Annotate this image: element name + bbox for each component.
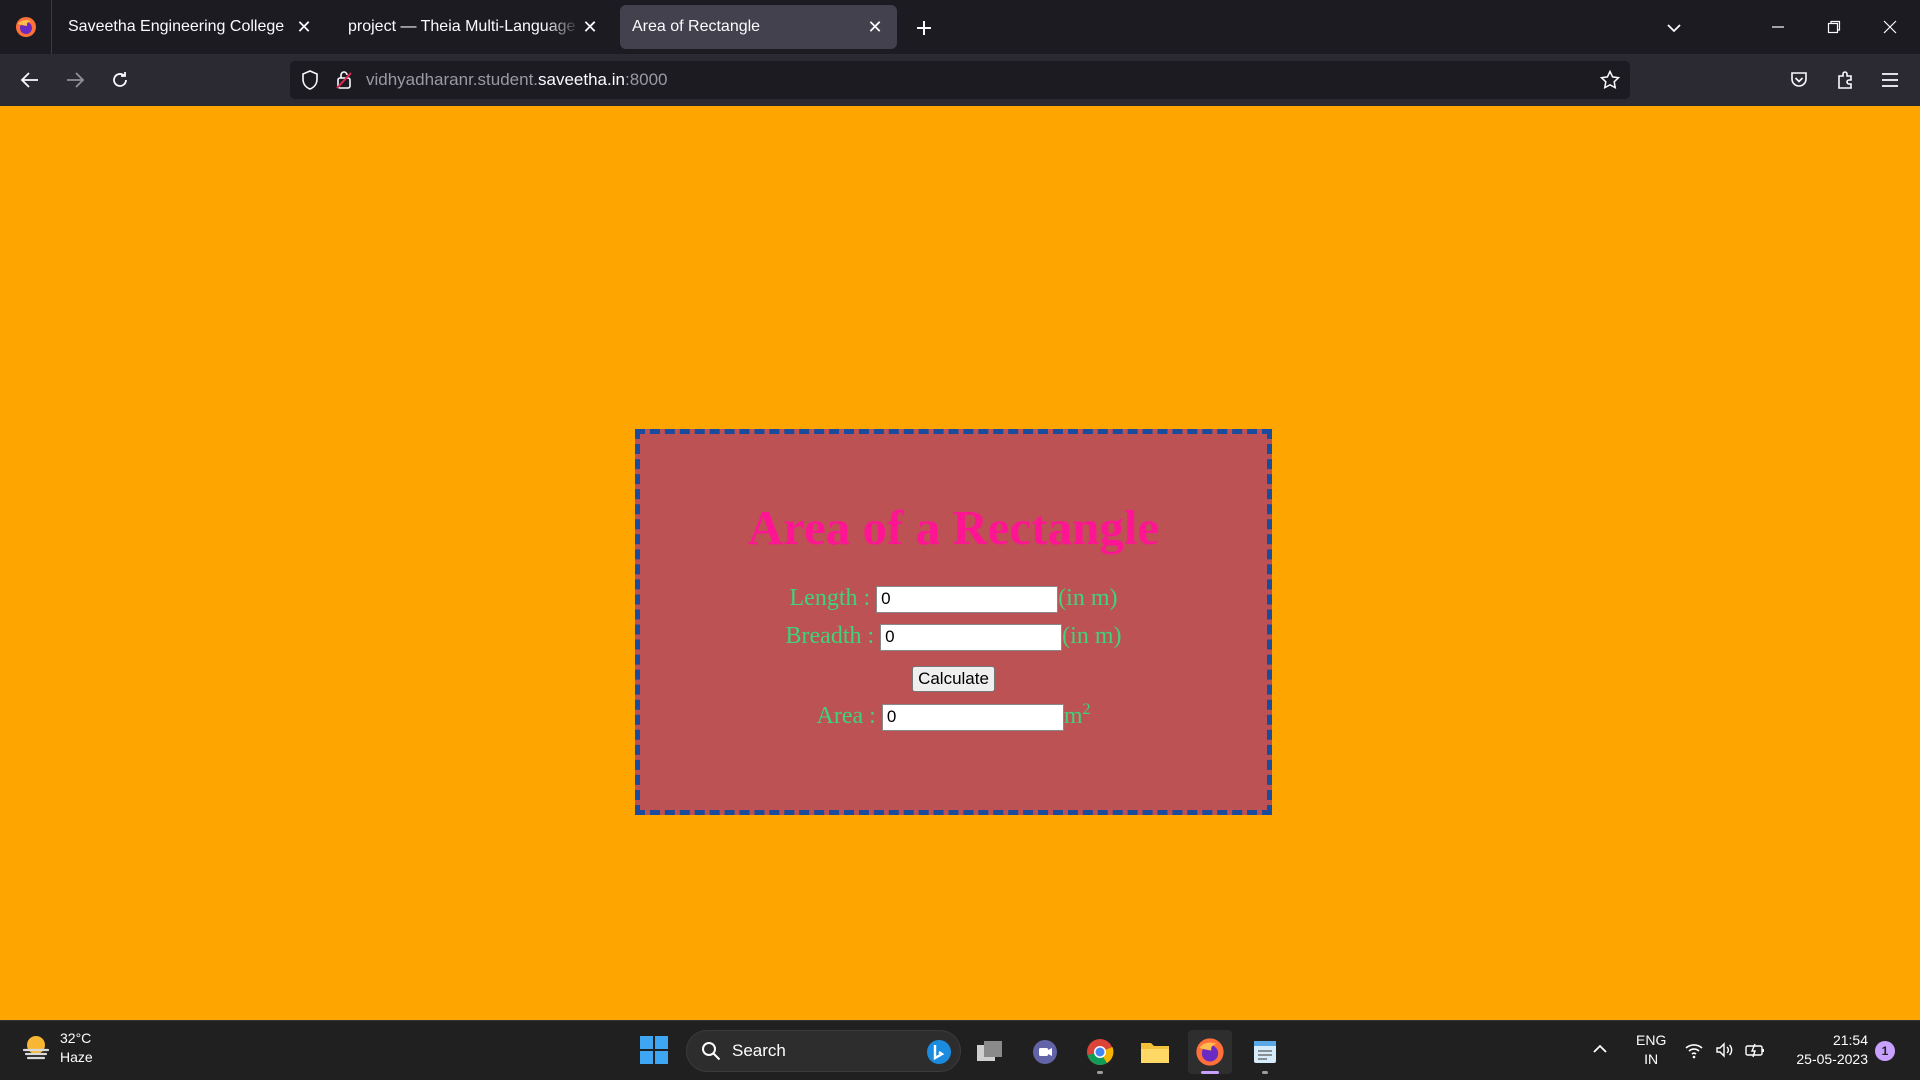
forward-button[interactable] bbox=[57, 62, 93, 98]
url-text[interactable]: vidhyadharanr.student.saveetha.in:8000 bbox=[366, 61, 668, 99]
bing-icon[interactable] bbox=[926, 1039, 952, 1065]
search-label: Search bbox=[732, 1041, 786, 1060]
close-icon[interactable]: ✕ bbox=[294, 17, 314, 37]
chevron-up-icon[interactable] bbox=[1590, 1039, 1610, 1059]
tab-area-of-rectangle[interactable]: Area of Rectangle ✕ bbox=[620, 5, 897, 49]
clock[interactable]: 21:54 25-05-2023 bbox=[1780, 1031, 1868, 1069]
tab-strip: Saveetha Engineering College ✕ project —… bbox=[0, 0, 1920, 54]
chevron-down-icon bbox=[1667, 24, 1681, 33]
teams-chat-icon bbox=[1033, 1040, 1057, 1064]
firefox-icon bbox=[1196, 1038, 1224, 1066]
tab-saveetha[interactable]: Saveetha Engineering College ✕ bbox=[56, 5, 326, 49]
url-port: :8000 bbox=[624, 70, 668, 89]
pocket-icon[interactable] bbox=[1785, 66, 1813, 94]
taskbar-chrome[interactable] bbox=[1078, 1030, 1122, 1074]
area-output[interactable] bbox=[881, 703, 1064, 731]
minimize-icon bbox=[1772, 26, 1784, 28]
wifi-icon[interactable] bbox=[1684, 1040, 1704, 1060]
volume-icon[interactable] bbox=[1714, 1040, 1734, 1060]
extensions-puzzle-icon[interactable] bbox=[1831, 66, 1859, 94]
length-input[interactable] bbox=[876, 585, 1059, 613]
calculate-row: Calculate bbox=[640, 664, 1267, 692]
weather-desc: Haze bbox=[60, 1049, 93, 1065]
close-window-button[interactable] bbox=[1862, 0, 1918, 54]
haze-weather-icon bbox=[22, 1036, 50, 1060]
address-bar[interactable]: vidhyadharanr.student.saveetha.in:8000 bbox=[290, 61, 1630, 99]
list-all-tabs-button[interactable] bbox=[1656, 12, 1692, 44]
reload-icon bbox=[113, 72, 127, 87]
url-domain: saveetha.in bbox=[538, 70, 625, 89]
length-row: Length : (in m) bbox=[640, 585, 1267, 613]
windows-logo-icon bbox=[640, 1036, 668, 1064]
taskbar-task-view[interactable] bbox=[968, 1030, 1012, 1074]
bookmark-star-icon[interactable] bbox=[1598, 68, 1622, 92]
notification-badge[interactable]: 1 bbox=[1875, 1041, 1895, 1061]
firefox-view-button[interactable] bbox=[0, 0, 52, 54]
length-label: Length : bbox=[789, 585, 877, 611]
close-icon[interactable]: ✕ bbox=[865, 17, 885, 37]
page-viewport: Area of a Rectangle Length : (in m) Brea… bbox=[0, 106, 1920, 1020]
restore-button[interactable] bbox=[1806, 0, 1862, 54]
windows-taskbar: 32°C Haze Search ENG IN 21:54 25-05-2023… bbox=[0, 1020, 1920, 1080]
task-view-icon bbox=[977, 1041, 1002, 1061]
new-tab-button[interactable] bbox=[908, 12, 940, 44]
weather-widget[interactable]: 32°C Haze bbox=[20, 1029, 93, 1067]
chrome-icon bbox=[1087, 1039, 1114, 1065]
input-language[interactable]: ENG IN bbox=[1636, 1031, 1666, 1069]
insecure-lock-icon[interactable] bbox=[332, 68, 356, 92]
folder-icon bbox=[1141, 1043, 1169, 1063]
start-button[interactable] bbox=[638, 1034, 672, 1068]
firefox-icon bbox=[15, 17, 36, 37]
url-prefix: vidhyadharanr.student. bbox=[366, 70, 539, 89]
battery-charging-icon[interactable] bbox=[1744, 1040, 1766, 1060]
tab-title: Area of Rectangle bbox=[632, 18, 761, 35]
clock-time: 21:54 bbox=[1832, 1032, 1868, 1048]
tab-title: project — Theia Multi-Language Ex bbox=[348, 18, 580, 35]
weather-temp: 32°C bbox=[60, 1030, 92, 1046]
search-icon bbox=[702, 1042, 721, 1061]
calculate-button[interactable]: Calculate bbox=[912, 666, 995, 692]
reload-button[interactable] bbox=[102, 62, 138, 98]
taskbar-notepad[interactable] bbox=[1243, 1030, 1287, 1074]
calculator-box: Area of a Rectangle Length : (in m) Brea… bbox=[635, 429, 1272, 815]
close-icon bbox=[1883, 20, 1897, 34]
breadth-unit: (in m) bbox=[1062, 623, 1122, 649]
area-row: Area : m2 bbox=[640, 701, 1267, 731]
lang-line1: ENG bbox=[1636, 1032, 1667, 1048]
taskbar-firefox[interactable] bbox=[1188, 1030, 1232, 1074]
close-icon[interactable]: ✕ bbox=[580, 17, 600, 37]
area-unit-exponent: 2 bbox=[1082, 701, 1091, 718]
area-unit: m2 bbox=[1063, 701, 1091, 729]
restore-icon bbox=[1827, 20, 1841, 34]
lang-line2: IN bbox=[1644, 1051, 1659, 1067]
navigation-toolbar: vidhyadharanr.student.saveetha.in:8000 bbox=[0, 54, 1920, 106]
arrow-left-icon bbox=[20, 72, 38, 88]
breadth-label: Breadth : bbox=[785, 623, 881, 649]
area-unit-base: m bbox=[1063, 703, 1083, 729]
breadth-input[interactable] bbox=[880, 623, 1063, 651]
plus-icon bbox=[917, 21, 931, 35]
system-tray bbox=[1684, 1040, 1766, 1060]
tab-project-theia[interactable]: project — Theia Multi-Language Ex ✕ bbox=[336, 5, 612, 49]
taskbar-search[interactable]: Search bbox=[686, 1030, 961, 1072]
taskbar-teams-chat[interactable] bbox=[1023, 1030, 1067, 1074]
clock-date: 25-05-2023 bbox=[1796, 1051, 1868, 1067]
notepad-icon bbox=[1254, 1041, 1276, 1063]
area-label: Area : bbox=[816, 703, 882, 729]
hamburger-menu-icon[interactable] bbox=[1876, 66, 1904, 94]
breadth-row: Breadth : (in m) bbox=[640, 623, 1267, 651]
page-title: Area of a Rectangle bbox=[747, 500, 1160, 555]
tab-title: Saveetha Engineering College bbox=[68, 18, 285, 35]
taskbar-file-explorer[interactable] bbox=[1133, 1030, 1177, 1074]
tracking-protection-shield-icon[interactable] bbox=[298, 68, 322, 92]
back-button[interactable] bbox=[12, 62, 48, 98]
arrow-right-icon bbox=[67, 72, 85, 88]
length-unit: (in m) bbox=[1058, 585, 1118, 611]
minimize-button[interactable] bbox=[1750, 0, 1806, 54]
